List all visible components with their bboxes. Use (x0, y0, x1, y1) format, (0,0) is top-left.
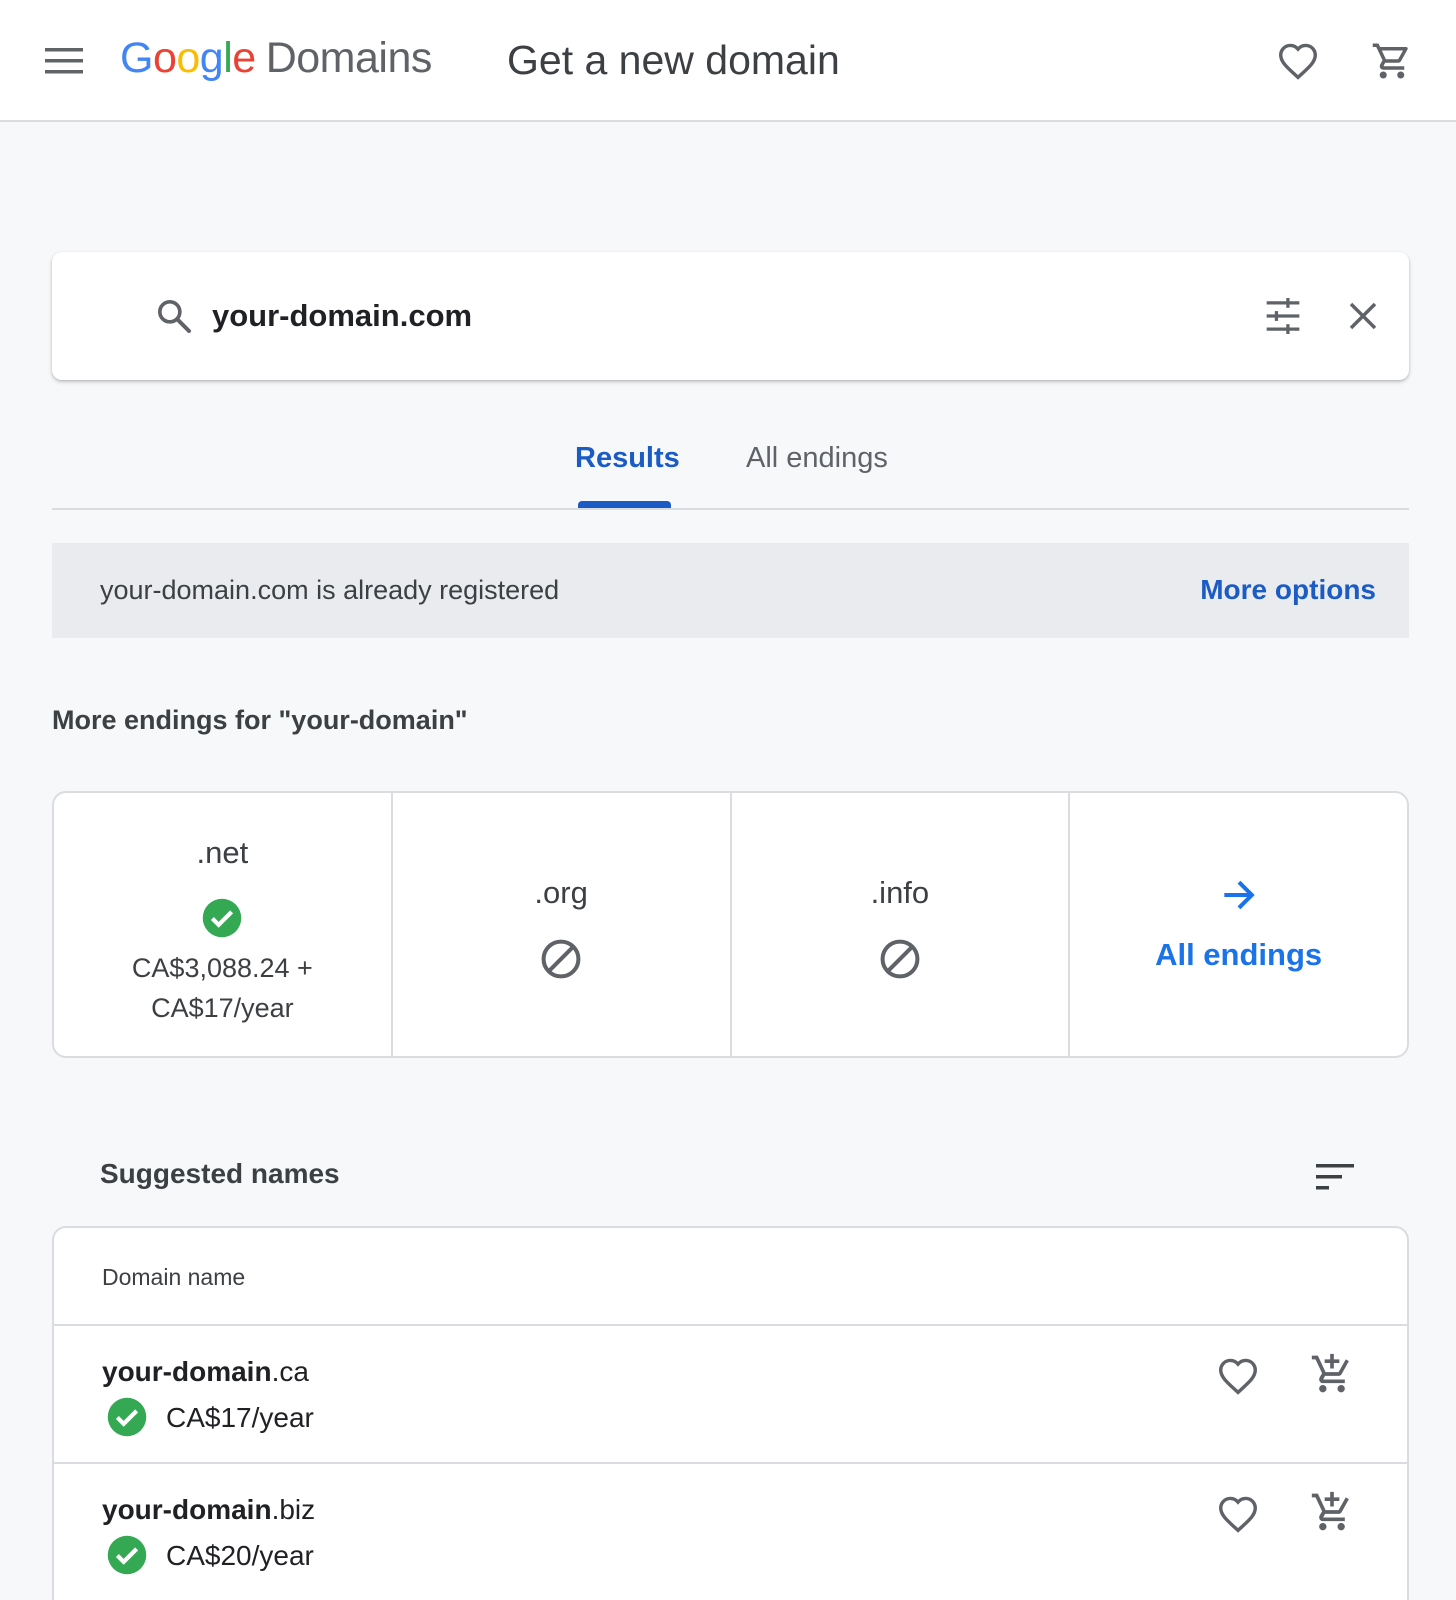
registered-notice: your-domain.com is already registered Mo… (52, 543, 1409, 638)
domain-base: your-domain (102, 1494, 272, 1525)
more-endings-title: More endings for "your-domain" (52, 705, 468, 735)
tab-results[interactable]: Results (575, 442, 680, 475)
clear-search-icon[interactable] (1337, 290, 1389, 342)
add-to-favorites-heart-icon[interactable] (1212, 1488, 1264, 1540)
suggested-domain-name: your-domain.biz (102, 1494, 315, 1526)
available-check-icon (201, 897, 243, 944)
notice-text: your-domain.com is already registered (100, 575, 560, 605)
results-tabs: Results All endings (52, 428, 1409, 510)
ending-name: .info (870, 875, 930, 910)
search-icon[interactable] (148, 290, 200, 342)
logo-letter: o (176, 34, 200, 82)
price-line: CA$17/year (151, 993, 294, 1023)
logo-letter: o (152, 34, 177, 82)
domain-price: CA$20/year (166, 1540, 314, 1571)
tab-all-endings[interactable]: All endings (746, 442, 888, 475)
top-app-bar: Google Domains Get a new domain (0, 0, 1456, 122)
logo-letter: G (120, 34, 153, 82)
more-options-link[interactable]: More options (1200, 574, 1376, 606)
domain-tld: .biz (271, 1494, 316, 1525)
favorites-heart-icon[interactable] (1272, 35, 1324, 87)
ending-name: .net (196, 835, 249, 870)
ending-card-net[interactable]: .net CA$3,088.24 + CA$17/year (54, 793, 393, 1056)
logo-letter: l (223, 34, 233, 82)
add-to-favorites-heart-icon[interactable] (1212, 1350, 1264, 1402)
suggested-names-table: Domain name your-domain.ca CA$17/year yo… (52, 1226, 1409, 1600)
cart-icon[interactable] (1366, 35, 1418, 87)
add-to-cart-icon[interactable] (1304, 1346, 1360, 1402)
google-domains-logo[interactable]: Google Domains (120, 34, 432, 83)
all-endings-link[interactable]: All endings (1070, 937, 1407, 973)
logo-letter: e (232, 34, 256, 82)
unavailable-block-icon (539, 937, 583, 986)
domain-tld: .ca (271, 1356, 309, 1387)
available-check-icon (106, 1396, 148, 1443)
sort-icon[interactable] (1311, 1153, 1359, 1201)
endings-grid: .net CA$3,088.24 + CA$17/year .org .info… (52, 791, 1409, 1058)
domain-base: your-domain (102, 1356, 272, 1387)
price-line: CA$3,088.24 + (131, 953, 313, 983)
ending-price: CA$3,088.24 + CA$17/year (54, 948, 391, 1028)
filter-tune-icon[interactable] (1257, 290, 1309, 342)
domain-search-input[interactable] (212, 288, 1212, 344)
ending-card-org[interactable]: .org (393, 793, 732, 1056)
domain-price: CA$17/year (166, 1402, 314, 1433)
arrow-forward-icon (1217, 873, 1261, 922)
suggested-domain-name: your-domain.ca (102, 1356, 309, 1388)
add-to-cart-icon[interactable] (1304, 1484, 1360, 1540)
menu-icon[interactable] (40, 37, 88, 85)
table-row[interactable]: your-domain.biz CA$20/year (54, 1464, 1407, 1600)
logo-letter: g (199, 34, 224, 82)
page-title: Get a new domain (507, 37, 840, 83)
table-row[interactable]: your-domain.ca CA$17/year (54, 1326, 1407, 1464)
logo-product-name: Domains (265, 34, 433, 82)
all-endings-card[interactable]: All endings (1070, 793, 1407, 1056)
active-tab-indicator (578, 501, 671, 508)
unavailable-block-icon (878, 937, 922, 986)
available-check-icon (106, 1534, 148, 1581)
ending-card-info[interactable]: .info (732, 793, 1071, 1056)
domain-search-box (52, 252, 1409, 380)
suggested-names-title: Suggested names (100, 1158, 340, 1189)
ending-name: .org (534, 875, 588, 910)
table-header: Domain name (54, 1228, 1407, 1326)
column-header-domain-name: Domain name (102, 1264, 246, 1290)
